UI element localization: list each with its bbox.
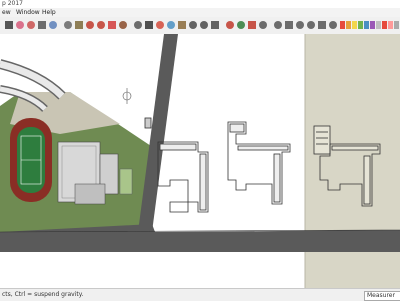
- north-arrow: [122, 88, 132, 104]
- zoom-extents-icon[interactable]: [209, 19, 221, 31]
- title-bar: p 2017: [0, 0, 400, 8]
- style-swatch[interactable]: [382, 21, 387, 29]
- menu-bar: ew Window Help: [0, 8, 400, 17]
- rectangle-icon[interactable]: [47, 19, 59, 31]
- menu-window[interactable]: Window: [16, 8, 40, 17]
- offset-icon[interactable]: [117, 19, 129, 31]
- toolbar: [0, 17, 400, 35]
- style-swatch[interactable]: [364, 21, 369, 29]
- model-viewport[interactable]: [0, 34, 400, 288]
- style-swatch[interactable]: [358, 21, 363, 29]
- style-swatch[interactable]: [346, 21, 351, 29]
- floor-plan-2: [227, 121, 291, 205]
- iso-view-icon[interactable]: [257, 19, 269, 31]
- style-swatch[interactable]: [340, 21, 345, 29]
- xray-icon[interactable]: [327, 19, 339, 31]
- window-title: p 2017: [2, 0, 23, 7]
- style-swatch[interactable]: [352, 21, 357, 29]
- style-swatch[interactable]: [394, 21, 399, 29]
- style-swatch[interactable]: [376, 21, 381, 29]
- style-swatch[interactable]: [388, 21, 393, 29]
- measurements-label: Measurements: [367, 292, 395, 299]
- menu-help[interactable]: Help: [42, 8, 56, 17]
- running-track: [10, 118, 52, 202]
- model-canvas[interactable]: [0, 34, 400, 288]
- status-hint: cts, Ctrl = suspend gravity.: [2, 291, 84, 298]
- style-swatch[interactable]: [370, 21, 375, 29]
- status-bar: cts, Ctrl = suspend gravity. Measurement…: [0, 288, 400, 301]
- menu-view[interactable]: ew: [2, 8, 11, 17]
